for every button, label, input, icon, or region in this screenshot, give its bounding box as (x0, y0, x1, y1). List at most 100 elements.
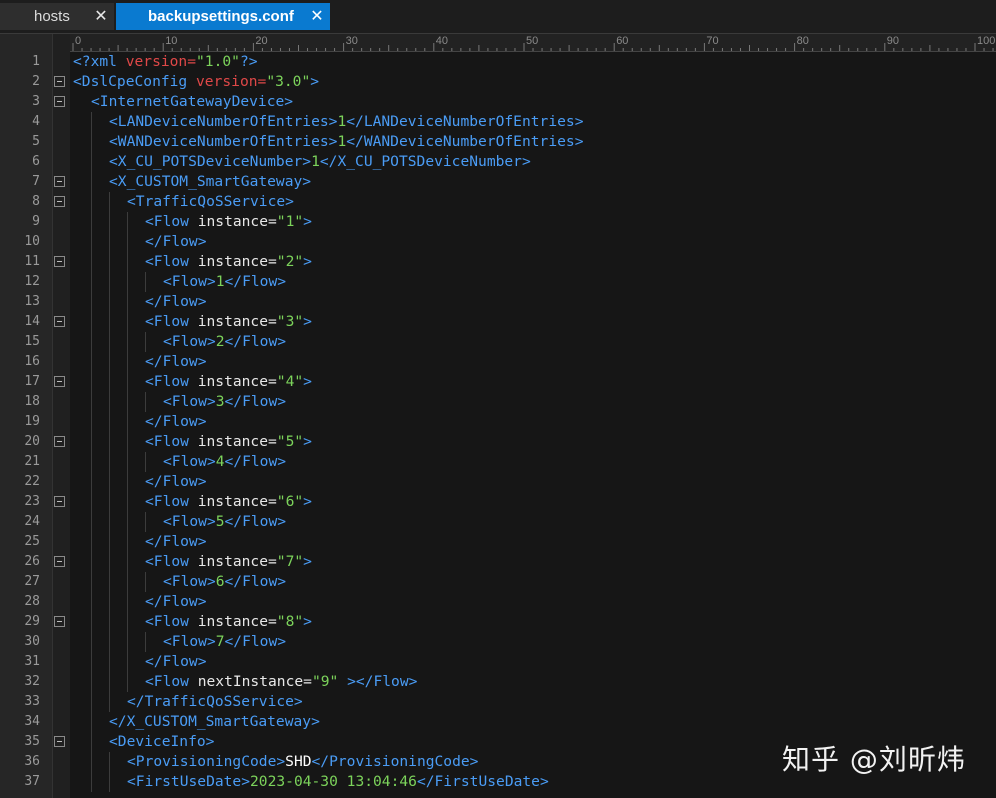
fold-margin (52, 34, 71, 798)
code-line[interactable]: </Flow> (145, 472, 996, 492)
line-number: 14 (24, 314, 40, 329)
fold-minus-icon[interactable] (54, 376, 65, 387)
code-line[interactable]: <X_CUSTOM_SmartGateway> (109, 172, 996, 192)
fold-minus-icon[interactable] (54, 256, 65, 267)
code-line[interactable]: </Flow> (145, 652, 996, 672)
close-icon[interactable]: ✕ (92, 7, 110, 25)
token-tag: </Flow> (145, 293, 207, 310)
token-str: "6" (276, 493, 304, 510)
code-line[interactable]: <WANDeviceNumberOfEntries>1</WANDeviceNu… (109, 132, 996, 152)
fold-minus-icon[interactable] (54, 616, 65, 627)
code-line[interactable]: <Flow>4</Flow> (163, 452, 996, 472)
code-line[interactable]: </Flow> (145, 232, 996, 252)
token-tag: </WANDeviceNumberOfEntries> (346, 133, 584, 150)
code-line[interactable]: <Flow instance="3"> (145, 312, 996, 332)
code-line[interactable]: </TrafficQoSService> (127, 692, 996, 712)
fold-minus-icon[interactable] (54, 316, 65, 327)
indent-guide (109, 252, 110, 272)
token-tag: <Flow> (163, 513, 216, 530)
close-icon[interactable]: ✕ (308, 7, 326, 25)
code-line[interactable]: <Flow instance="4"> (145, 372, 996, 392)
indent-guide (109, 632, 110, 652)
indent-guide (127, 332, 128, 352)
tab-hosts[interactable]: hosts ✕ (0, 3, 114, 30)
code-line[interactable]: <Flow instance="6"> (145, 492, 996, 512)
fold-minus-icon[interactable] (54, 176, 65, 187)
code-line[interactable]: <Flow>3</Flow> (163, 392, 996, 412)
indent-guide (91, 612, 92, 632)
code-line[interactable]: </Flow> (145, 292, 996, 312)
code-line[interactable]: <Flow>7</Flow> (163, 632, 996, 652)
token-plain: instance= (197, 373, 277, 390)
token-tag: <Flow> (163, 393, 216, 410)
token-txt: 2 (215, 333, 225, 350)
code-line[interactable]: <Flow instance="7"> (145, 552, 996, 572)
fold-minus-icon[interactable] (54, 556, 65, 567)
indent-guide (91, 312, 92, 332)
indent-guide (145, 512, 146, 532)
code-line[interactable]: <Flow nextInstance="9" ></Flow> (145, 672, 996, 692)
code-line[interactable]: <DslCpeConfig version="3.0"> (73, 72, 996, 92)
token-tag: </Flow> (145, 233, 207, 250)
code-line[interactable]: </Flow> (145, 532, 996, 552)
code-line[interactable]: <Flow>5</Flow> (163, 512, 996, 532)
code-line[interactable]: </X_CUSTOM_SmartGateway> (109, 712, 996, 732)
token-txt: 1 (311, 153, 320, 170)
fold-minus-icon[interactable] (54, 736, 65, 747)
indent-guide (91, 712, 92, 732)
code-line[interactable]: <Flow>2</Flow> (163, 332, 996, 352)
fold-minus-icon[interactable] (54, 96, 65, 107)
line-number: 21 (24, 454, 40, 469)
code-line[interactable]: <LANDeviceNumberOfEntries>1</LANDeviceNu… (109, 112, 996, 132)
token-tag: </Flow> (224, 273, 287, 290)
token-tag: </Flow> (145, 653, 207, 670)
line-number: 7 (32, 174, 40, 189)
code-line[interactable]: <X_CU_POTSDeviceNumber>1</X_CU_POTSDevic… (109, 152, 996, 172)
indent-guide (91, 512, 92, 532)
line-number: 2 (32, 74, 40, 89)
line-number: 6 (32, 154, 40, 169)
token-tag: > (303, 553, 312, 570)
line-number: 17 (24, 374, 40, 389)
tab-backupsettings-conf[interactable]: backupsettings.conf ✕ (116, 3, 330, 30)
code-line[interactable]: <?xml version="1.0"?> (73, 52, 996, 72)
indent-guide (91, 532, 92, 552)
line-number: 29 (24, 614, 40, 629)
fold-minus-icon[interactable] (54, 76, 65, 87)
code-line[interactable]: </Flow> (145, 412, 996, 432)
indent-guide (127, 272, 128, 292)
fold-minus-icon[interactable] (54, 496, 65, 507)
indent-guide (127, 372, 128, 392)
token-txt: 1 (337, 133, 347, 150)
indent-guide (109, 612, 110, 632)
code-editor[interactable]: <?xml version="1.0"?> <DslCpeConfig versi… (70, 52, 996, 798)
line-number: 27 (24, 574, 40, 589)
code-line[interactable]: </Flow> (145, 352, 996, 372)
indent-guide (127, 212, 128, 232)
indent-guide (91, 492, 92, 512)
ruler-label: 20 (255, 35, 268, 47)
code-line[interactable]: <Flow instance="8"> (145, 612, 996, 632)
token-tag: </Flow> (145, 533, 207, 550)
token-str: "3" (276, 313, 304, 330)
fold-minus-icon[interactable] (54, 196, 65, 207)
token-tag: </Flow> (224, 453, 287, 470)
code-line[interactable]: <Flow instance="5"> (145, 432, 996, 452)
indent-guide (109, 432, 110, 452)
indent-guide (127, 252, 128, 272)
token-tag: <Flow (145, 553, 198, 570)
token-txt: 1 (215, 273, 225, 290)
token-tag: </Flow> (224, 393, 287, 410)
code-line[interactable]: </Flow> (145, 592, 996, 612)
fold-minus-icon[interactable] (54, 436, 65, 447)
token-str: "2" (276, 253, 304, 270)
code-line[interactable]: <Flow>6</Flow> (163, 572, 996, 592)
code-line[interactable]: <InternetGatewayDevice> (91, 92, 996, 112)
code-line[interactable]: <Flow instance="1"> (145, 212, 996, 232)
indent-guide (109, 572, 110, 592)
token-plain: instance= (197, 553, 277, 570)
code-line[interactable]: <Flow instance="2"> (145, 252, 996, 272)
token-tag: <Flow (145, 313, 198, 330)
code-line[interactable]: <TrafficQoSService> (127, 192, 996, 212)
code-line[interactable]: <Flow>1</Flow> (163, 272, 996, 292)
